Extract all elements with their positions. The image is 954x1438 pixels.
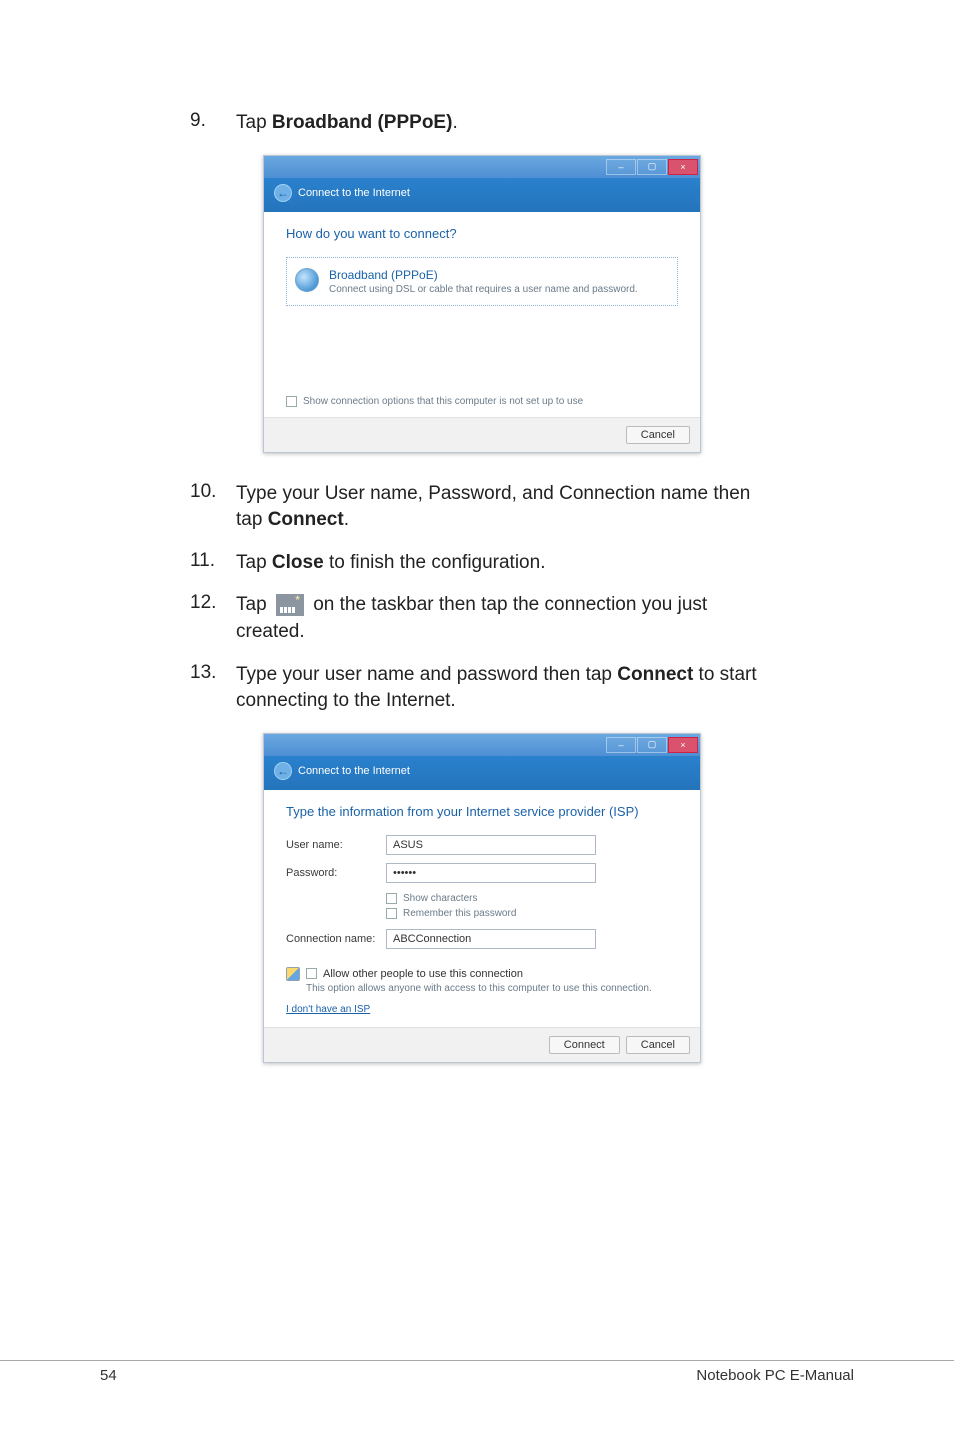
step-12-num: 12. bbox=[190, 592, 236, 645]
step-12: 12. Tap on the taskbar then tap the conn… bbox=[190, 592, 774, 645]
remember-password-label: Remember this password bbox=[403, 908, 516, 919]
show-characters-checkbox[interactable] bbox=[386, 893, 397, 904]
username-row: User name: ASUS bbox=[286, 835, 678, 855]
globe-icon bbox=[295, 268, 319, 292]
close-button[interactable]: × bbox=[668, 737, 698, 753]
username-label: User name: bbox=[286, 839, 386, 851]
connect-button[interactable]: Connect bbox=[549, 1036, 620, 1054]
dialog1-footer: Cancel bbox=[264, 417, 700, 452]
step-13-num: 13. bbox=[190, 662, 236, 715]
back-button[interactable]: ← bbox=[274, 184, 292, 202]
step-9: 9. Tap Broadband (PPPoE). bbox=[190, 110, 774, 137]
minimize-button[interactable]: – bbox=[606, 737, 636, 753]
connection-name-label: Connection name: bbox=[286, 933, 386, 945]
connect-dialog-1: – ▢ × ← Connect to the Internet How do y… bbox=[263, 155, 701, 453]
connection-name-input[interactable]: ABCConnection bbox=[386, 929, 596, 949]
dialog2-titlebar: – ▢ × bbox=[264, 734, 700, 756]
password-row: Password: •••••• bbox=[286, 863, 678, 883]
dialog2-header: ← Connect to the Internet bbox=[264, 756, 700, 790]
dialog1-crumb: Connect to the Internet bbox=[298, 187, 410, 199]
dialog1-titlebar: – ▢ × bbox=[264, 156, 700, 178]
step-10: 10. Type your User name, Password, and C… bbox=[190, 481, 774, 534]
step-9-num: 9. bbox=[190, 110, 236, 137]
step-11: 11. Tap Close to finish the configuratio… bbox=[190, 550, 774, 577]
connect-dialog-2: – ▢ × ← Connect to the Internet Type the… bbox=[263, 733, 701, 1063]
broadband-option-sub: Connect using DSL or cable that requires… bbox=[329, 284, 667, 295]
shield-icon bbox=[286, 967, 300, 981]
remember-password-checkbox[interactable] bbox=[386, 908, 397, 919]
step-10-text: Type your User name, Password, and Conne… bbox=[236, 481, 774, 534]
step-13-text: Type your user name and password then ta… bbox=[236, 662, 774, 715]
dialog2-form: User name: ASUS Password: •••••• Show ch… bbox=[264, 835, 700, 961]
show-options-checkbox[interactable] bbox=[286, 396, 297, 407]
show-options-row[interactable]: Show connection options that this comput… bbox=[264, 392, 700, 417]
step-10-num: 10. bbox=[190, 481, 236, 534]
broadband-option-title: Broadband (PPPoE) bbox=[329, 268, 667, 282]
close-button[interactable]: × bbox=[668, 159, 698, 175]
step-13: 13. Type your user name and password the… bbox=[190, 662, 774, 715]
page-footer: 54 Notebook PC E-Manual bbox=[0, 1360, 954, 1384]
dialog1-header: ← Connect to the Internet bbox=[264, 178, 700, 212]
show-options-label: Show connection options that this comput… bbox=[303, 396, 583, 407]
no-isp-link[interactable]: I don't have an ISP bbox=[264, 1000, 700, 1027]
connection-name-row: Connection name: ABCConnection bbox=[286, 929, 678, 949]
maximize-button[interactable]: ▢ bbox=[637, 737, 667, 753]
minimize-button[interactable]: – bbox=[606, 159, 636, 175]
step-9-text: Tap Broadband (PPPoE). bbox=[236, 110, 458, 137]
broadband-option[interactable]: Broadband (PPPoE) Connect using DSL or c… bbox=[286, 257, 678, 306]
dialog2-footer: Connect Cancel bbox=[264, 1027, 700, 1062]
cancel-button[interactable]: Cancel bbox=[626, 1036, 690, 1054]
allow-others-checkbox[interactable] bbox=[306, 968, 317, 979]
username-input[interactable]: ASUS bbox=[386, 835, 596, 855]
allow-others-row[interactable]: Allow other people to use this connectio… bbox=[264, 961, 700, 981]
remember-password-row[interactable]: Remember this password bbox=[386, 906, 678, 921]
password-label: Password: bbox=[286, 867, 386, 879]
dialog1-heading: How do you want to connect? bbox=[264, 212, 700, 249]
back-button[interactable]: ← bbox=[274, 762, 292, 780]
network-taskbar-icon bbox=[276, 594, 304, 616]
maximize-button[interactable]: ▢ bbox=[637, 159, 667, 175]
allow-others-desc: This option allows anyone with access to… bbox=[264, 981, 700, 1000]
step-12-text: Tap on the taskbar then tap the connecti… bbox=[236, 592, 774, 645]
allow-others-label: Allow other people to use this connectio… bbox=[323, 968, 523, 980]
show-characters-label: Show characters bbox=[403, 893, 477, 904]
step-11-text: Tap Close to finish the configuration. bbox=[236, 550, 545, 577]
dialog2-crumb: Connect to the Internet bbox=[298, 765, 410, 777]
manual-title: Notebook PC E-Manual bbox=[696, 1367, 854, 1384]
cancel-button[interactable]: Cancel bbox=[626, 426, 690, 444]
page-number: 54 bbox=[100, 1367, 117, 1384]
password-input[interactable]: •••••• bbox=[386, 863, 596, 883]
step-11-num: 11. bbox=[190, 550, 236, 577]
show-characters-row[interactable]: Show characters bbox=[386, 891, 678, 906]
dialog2-heading: Type the information from your Internet … bbox=[264, 790, 700, 827]
